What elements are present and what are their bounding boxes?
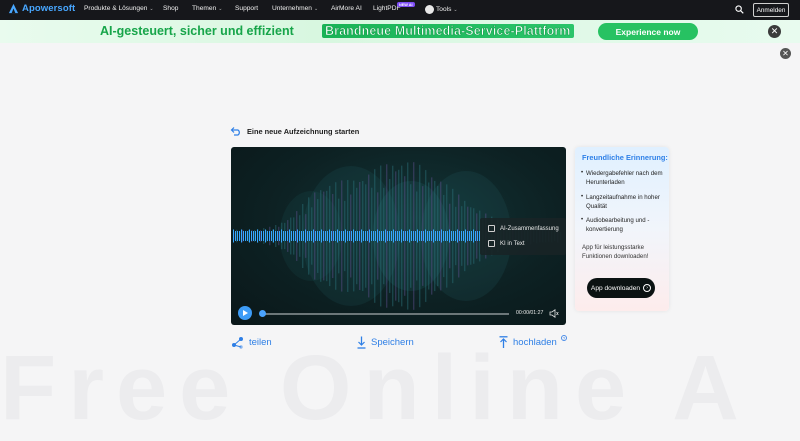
chevron-down-icon: ⌄ [149,5,154,12]
new-recording-label: Eine neue Aufzeichnung starten [247,127,360,136]
reminder-item: Wiedergabefehler nach dem Herunterladen [581,169,666,187]
banner-close-icon[interactable]: ✕ [768,25,781,38]
share-button[interactable]: teilen [231,336,272,349]
experience-now-button[interactable]: Experience now [598,23,698,40]
nav-item-airmore-ai[interactable]: AirMore AI [331,5,362,12]
upload-label: hochladen [513,337,557,348]
nav-item-products[interactable]: Produkte & Lösungen ⌄ [84,5,154,12]
chevron-down-icon: ⌄ [453,6,458,13]
apowersoft-logo[interactable]: Apowersoft [8,3,75,14]
reminder-item: Langzeitaufnahme in hoher Qualität [581,193,666,211]
nav-item-label: Support [235,5,259,12]
nav-item-company[interactable]: Unternehmen ⌄ [272,5,318,12]
menu-item-label: KI in Text [500,240,525,247]
nav-item-label: AirMore AI [331,5,362,12]
logo-icon [8,3,19,14]
download-icon [357,336,366,349]
menu-item-ai-summary[interactable]: AI-Zusammenfassung [488,225,559,232]
upload-button[interactable]: hochladen [499,336,557,349]
upload-icon [499,336,508,348]
nav-item-tools[interactable]: Tools ⌄ [425,5,458,14]
close-icon[interactable]: ✕ [780,48,791,59]
share-icon [232,337,243,349]
promo-banner[interactable]: AI-gesteuert, sicher und effizient Brand… [0,20,800,43]
save-button[interactable]: Speichern [357,336,414,349]
nav-item-label: Shop [163,5,179,12]
nav-item-label: Themen [192,5,217,12]
nav-item-shop[interactable]: Shop [163,5,178,12]
new-ai-badge: NEW AI [397,2,415,7]
save-label: Speichern [371,337,414,348]
play-button[interactable] [238,306,252,320]
new-recording-link[interactable]: Eine neue Aufzeichnung starten [230,127,359,136]
nav-item-label: Unternehmen [272,5,312,12]
help-icon[interactable]: ? [561,335,567,341]
logo-text: Apowersoft [22,3,76,14]
reminder-title: Freundliche Erinnerung: [582,153,668,162]
time-display: 00:00/01:27 [516,310,544,316]
top-navigation-bar: Apowersoft Produkte & Lösungen ⌄ Shop The… [0,0,800,20]
chevron-down-icon: ⌄ [313,5,319,12]
tools-icon [425,5,434,14]
text-icon [488,240,495,247]
app-download-label: App downloaden [590,284,641,292]
progress-handle[interactable] [259,310,266,317]
audio-player: AI-Zusammenfassung KI in Text 00:00/01:2… [231,147,566,325]
menu-item-ai-to-text[interactable]: KI in Text [488,240,525,247]
nav-item-label: Tools [436,6,452,13]
nav-item-support[interactable]: Support [235,5,258,12]
share-label: teilen [249,337,272,348]
volume-icon[interactable] [549,309,559,318]
background-watermark: Free Online A [0,337,751,439]
banner-headline: AI-gesteuert, sicher und effizient [100,24,294,38]
progress-track[interactable] [260,313,509,315]
nav-item-themes[interactable]: Themen ⌄ [192,5,222,12]
reminder-item: Audiobearbeitung und -konvertierung [581,216,666,234]
search-icon[interactable] [735,5,744,14]
summary-icon [488,225,495,232]
menu-item-label: AI-Zusammenfassung [500,225,559,232]
chevron-down-icon: ⌄ [218,5,223,12]
arrow-right-icon: › [643,284,652,292]
login-button[interactable]: Anmelden [753,3,789,17]
banner-subheadline: Brandneue Multimedia-Service-Plattform [322,24,574,38]
nav-item-label: Produkte & Lösungen [84,5,148,12]
ai-action-menu: AI-Zusammenfassung KI in Text [480,218,566,255]
reminder-panel: Freundliche Erinnerung: Wiedergabefehler… [575,147,669,311]
app-download-button[interactable]: App downloaden › [587,278,655,298]
undo-arrow-icon [230,127,240,136]
reminder-description: App für leistungsstarke Funktionen downl… [582,244,649,260]
